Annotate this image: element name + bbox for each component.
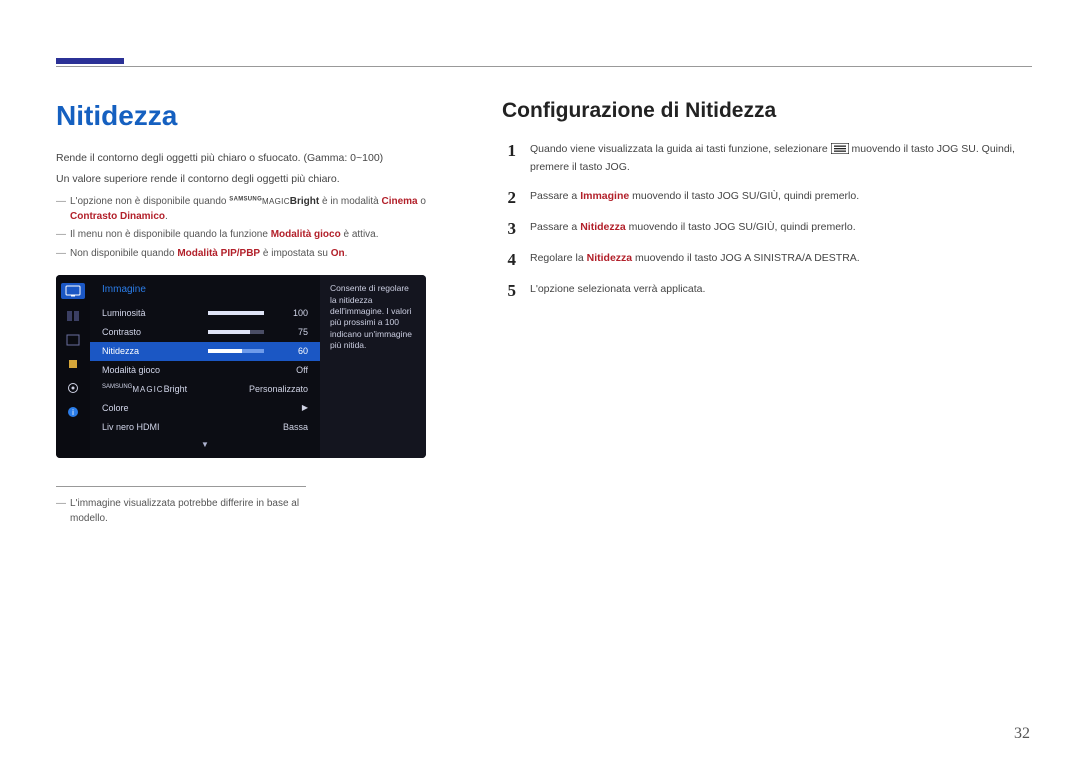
osd-category-info-icon: i: [64, 405, 82, 419]
step-number: 4: [502, 251, 516, 268]
on-label: On: [331, 248, 345, 259]
osd-category-image-icon: [61, 283, 85, 299]
osd-category-rail: i: [56, 275, 90, 458]
game-mode-label: Modalità gioco: [271, 229, 341, 240]
osd-value: 60: [274, 345, 308, 358]
header-accent-bar: [56, 58, 124, 64]
osd-value: 100: [274, 307, 308, 320]
header-rule: [56, 66, 1032, 67]
step-1: 1 Quando viene visualizzata la guida ai …: [502, 142, 1032, 174]
osd-help-text: Consente di regolare la nitidezza dell'i…: [320, 275, 426, 458]
step-number: 5: [502, 282, 516, 299]
menu-icon: [831, 143, 849, 159]
step-text: Quando viene visualizzata la guida ai ta…: [530, 142, 1032, 174]
description-line-1: Rende il contorno degli oggetti più chia…: [56, 151, 446, 166]
samsung-magic-label: SAMSUNGMAGIC: [229, 197, 290, 206]
magic-bright-label: Bright: [290, 196, 319, 207]
footnote: L'immagine visualizzata potrebbe differi…: [56, 486, 306, 526]
osd-row-label: Luminosità: [102, 307, 198, 320]
osd-value: Personalizzato: [198, 383, 308, 396]
osd-main-panel: Immagine Luminosità 100 Contrasto 75 Nitidez…: [90, 275, 320, 458]
right-column: Configurazione di Nitidezza 1 Quando vie…: [502, 96, 1032, 530]
osd-row: Contrasto 75: [90, 323, 320, 342]
step-5: 5 L'opzione selezionata verrà applicata.: [502, 282, 1032, 299]
osd-row-label: Colore: [102, 402, 198, 415]
pip-pbp-mode-label: Modalità PIP/PBP: [177, 248, 260, 259]
osd-title: Immagine: [90, 283, 320, 304]
osd-value: 75: [274, 326, 308, 339]
osd-menu: i Immagine Luminosità 100 Contrasto 75 Nitid…: [56, 275, 426, 458]
content-columns: Nitidezza Rende il contorno degli oggett…: [56, 96, 1032, 530]
contrasto-dinamico-label: Contrasto Dinamico: [70, 211, 165, 222]
osd-slider: [208, 330, 264, 334]
osd-row: SAMSUNGMAGICBrightPersonalizzato: [90, 380, 320, 399]
osd-row: Luminosità 100: [90, 304, 320, 323]
osd-row: Modalità giocoOff: [90, 361, 320, 380]
step-2: 2 Passare a Immagine muovendo il tasto J…: [502, 189, 1032, 206]
cinema-label: Cinema: [382, 196, 418, 207]
osd-slider: [208, 311, 264, 315]
osd-row: Liv nero HDMIBassa: [90, 418, 320, 437]
osd-scroll-down-icon: ▼: [90, 437, 320, 451]
step-number: 2: [502, 189, 516, 206]
osd-slider: [208, 349, 264, 353]
step-4: 4 Regolare la Nitidezza muovendo il tast…: [502, 251, 1032, 268]
footnote-text: L'immagine visualizzata potrebbe differi…: [56, 497, 306, 526]
osd-category-icon: [64, 357, 82, 371]
step-text: Passare a Nitidezza muovendo il tasto JO…: [530, 220, 856, 237]
osd-value: Off: [198, 364, 308, 377]
step-3: 3 Passare a Nitidezza muovendo il tasto …: [502, 220, 1032, 237]
osd-row-label: SAMSUNGMAGICBright: [102, 383, 198, 396]
osd-category-icon: [64, 309, 82, 323]
immagine-label: Immagine: [580, 190, 629, 202]
page-number: 32: [1014, 722, 1030, 745]
svg-text:i: i: [72, 408, 74, 417]
osd-value: Bassa: [198, 421, 308, 434]
osd-row-label: Modalità gioco: [102, 364, 198, 377]
section-title: Nitidezza: [56, 96, 446, 137]
config-title: Configurazione di Nitidezza: [502, 96, 1032, 126]
note-text: L'opzione non è disponibile quando: [70, 196, 229, 207]
notes-list: L'opzione non è disponibile quando SAMSU…: [56, 195, 446, 261]
osd-row: Colore ▶: [90, 399, 320, 418]
manual-page: Nitidezza Rende il contorno degli oggett…: [0, 0, 1080, 763]
step-number: 1: [502, 142, 516, 174]
osd-row: Nitidezza 60: [90, 342, 320, 361]
left-column: Nitidezza Rende il contorno degli oggett…: [56, 96, 446, 530]
steps-list: 1 Quando viene visualizzata la guida ai …: [502, 142, 1032, 298]
osd-category-icon: [64, 333, 82, 347]
nitidezza-label: Nitidezza: [587, 252, 633, 264]
note-3: Non disponibile quando Modalità PIP/PBP …: [56, 247, 446, 262]
note-2: Il menu non è disponibile quando la funz…: [56, 228, 446, 243]
step-number: 3: [502, 220, 516, 237]
step-text: Regolare la Nitidezza muovendo il tasto …: [530, 251, 860, 268]
osd-row-label: Contrasto: [102, 326, 198, 339]
osd-row-label: Nitidezza: [102, 345, 198, 358]
osd-category-settings-icon: [64, 381, 82, 395]
chevron-right-icon: ▶: [302, 402, 308, 414]
step-text: Passare a Immagine muovendo il tasto JOG…: [530, 189, 859, 206]
step-text: L'opzione selezionata verrà applicata.: [530, 282, 705, 299]
description-line-2: Un valore superiore rende il contorno de…: [56, 172, 446, 187]
note-1: L'opzione non è disponibile quando SAMSU…: [56, 195, 446, 224]
nitidezza-label: Nitidezza: [580, 221, 626, 233]
osd-row-label: Liv nero HDMI: [102, 421, 198, 434]
osd-rows: Luminosità 100 Contrasto 75 Nitidezza 60 Modal…: [90, 304, 320, 437]
